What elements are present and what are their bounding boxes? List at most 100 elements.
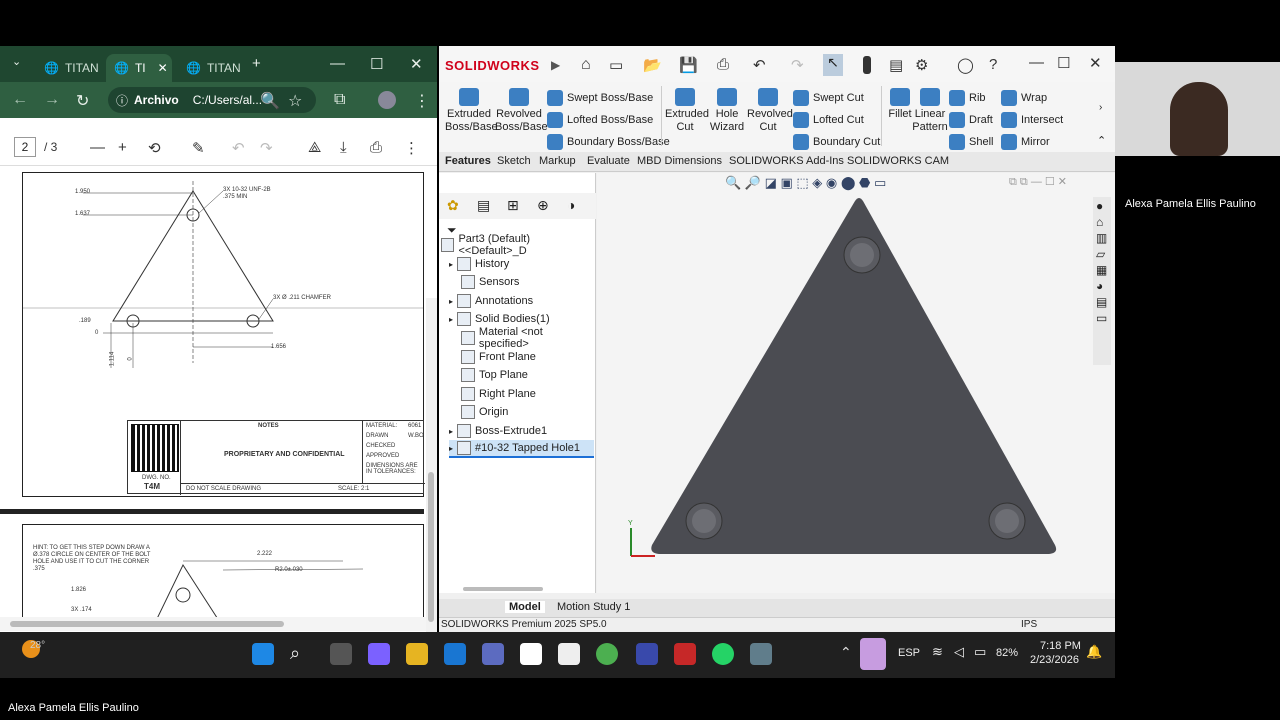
file-properties-icon[interactable]: ▤ — [889, 56, 903, 74]
undo-icon[interactable]: ↶ — [753, 56, 766, 74]
reload-icon[interactable]: ↻ — [76, 91, 89, 111]
chrome-tab-2[interactable]: 🌐 TI ✕ — [106, 54, 172, 82]
account-icon[interactable]: ◯ — [957, 56, 974, 74]
lofted-boss-button[interactable]: Lofted Boss/Base — [547, 112, 653, 128]
sw-resources-icon[interactable]: ● — [1096, 199, 1108, 213]
intersect-button[interactable]: Intersect — [1001, 112, 1063, 128]
tab-addins[interactable]: SOLIDWORKS Add-Ins — [729, 155, 844, 167]
chrome-icon[interactable] — [596, 643, 618, 665]
collapse-ribbon-icon[interactable]: ⌃ — [1097, 134, 1106, 147]
microphone-icon[interactable] — [860, 638, 886, 670]
draw-icon[interactable]: ✎ — [192, 139, 205, 157]
search-icon[interactable]: ⌕ — [290, 643, 312, 665]
open-icon[interactable]: 📂 — [643, 56, 662, 74]
file-explorer-icon[interactable] — [406, 643, 428, 665]
print-icon[interactable]: ⎙ — [370, 139, 382, 156]
tree-top-plane[interactable]: Top Plane — [461, 366, 528, 384]
appearances-icon[interactable]: ◕ — [1096, 279, 1108, 293]
tree-right-plane[interactable]: Right Plane — [461, 385, 536, 403]
bookmark-star-icon[interactable]: ☆ — [288, 91, 302, 111]
view-palette-icon[interactable]: ▦ — [1096, 263, 1108, 277]
custom-properties-icon[interactable]: ▤ — [1096, 295, 1108, 309]
help-icon[interactable]: ? — [989, 56, 997, 73]
minimize-icon[interactable]: — — [330, 55, 345, 72]
download-icon[interactable]: ⤓ — [340, 139, 347, 156]
revolved-cut-button[interactable]: Revolved Cut — [747, 88, 793, 134]
mirror-button[interactable]: Mirror — [1001, 134, 1050, 150]
address-field[interactable]: ⓘ Archivo C:/Users/al... — [108, 87, 316, 113]
display-manager-icon[interactable]: ◑ — [567, 197, 575, 213]
tray-chevron-icon[interactable]: ⌃ — [840, 644, 852, 661]
fm-scrollbar[interactable] — [463, 587, 543, 591]
tree-part[interactable]: Part3 (Default) <<Default>_D — [441, 233, 595, 257]
clock-date[interactable]: 2/23/2026 — [1030, 654, 1079, 666]
horizontal-scrollbar[interactable] — [0, 617, 426, 631]
select-icon[interactable]: ↖ — [823, 54, 843, 76]
volume-icon[interactable]: ◁ — [954, 644, 964, 660]
ribbon-more-icon[interactable]: › — [1099, 102, 1102, 113]
design-library-icon[interactable]: ▥ — [1096, 231, 1108, 245]
profile-avatar[interactable] — [378, 91, 396, 109]
whatsapp-icon[interactable] — [712, 643, 734, 665]
extruded-boss-button[interactable]: Extruded Boss/Base — [445, 88, 498, 134]
battery-icon[interactable]: ▭ — [974, 644, 986, 660]
extensions-icon[interactable]: ⧉ — [334, 91, 345, 109]
tab-search-icon[interactable]: ⌄ — [12, 55, 21, 68]
tab-mbd-dimensions[interactable]: MBD Dimensions — [637, 155, 722, 167]
new-tab-icon[interactable]: + — [252, 55, 261, 72]
dimxpert-icon[interactable]: ⊕ — [537, 197, 549, 214]
extruded-cut-button[interactable]: Extruded Cut — [665, 88, 709, 134]
clock-time[interactable]: 7:18 PM — [1040, 640, 1081, 652]
task-view-icon[interactable] — [330, 643, 352, 665]
maximize-icon[interactable]: ☐ — [1057, 54, 1070, 72]
app-icon[interactable] — [636, 643, 658, 665]
undo-icon[interactable]: ↶ — [232, 139, 245, 157]
vertical-scrollbar[interactable] — [426, 298, 437, 632]
tab-evaluate[interactable]: Evaluate — [587, 155, 630, 167]
file-explorer-icon[interactable]: ▱ — [1096, 247, 1108, 261]
swept-boss-button[interactable]: Swept Boss/Base — [547, 90, 653, 106]
zoom-out-icon[interactable]: — — [90, 139, 105, 156]
snipping-icon[interactable] — [558, 643, 580, 665]
boundary-boss-button[interactable]: Boundary Boss/Base — [547, 134, 670, 150]
tree-sensors[interactable]: Sensors — [461, 273, 519, 291]
settings-icon[interactable] — [750, 643, 772, 665]
tab-motion-study[interactable]: Motion Study 1 — [557, 601, 630, 613]
task-pane[interactable]: ● ⌂ ▥ ▱ ▦ ◕ ▤ ▭ — [1093, 197, 1111, 365]
shell-button[interactable]: Shell — [949, 134, 993, 150]
tab-sketch[interactable]: Sketch — [497, 155, 531, 167]
print-icon[interactable]: ⎙ — [717, 56, 729, 73]
notification-icon[interactable]: 🔔 — [1086, 644, 1102, 660]
tree-origin[interactable]: Origin — [461, 403, 508, 421]
units-display[interactable]: IPS — [1021, 619, 1037, 630]
linear-pattern-button[interactable]: Linear Pattern — [909, 88, 951, 134]
more-icon[interactable]: ⋮ — [404, 139, 419, 157]
edit-icon[interactable]: ⟁ — [308, 139, 321, 156]
options-gear-icon[interactable]: ⚙ — [915, 56, 928, 74]
rotate-icon[interactable]: ⟲ — [148, 139, 161, 157]
chrome-tab-1[interactable]: 🌐 TITAN — [36, 54, 102, 82]
home-icon[interactable]: ⌂ — [1096, 215, 1108, 229]
minimize-icon[interactable]: — — [1029, 54, 1044, 71]
tree-history[interactable]: ▸ History — [449, 255, 509, 273]
lofted-cut-button[interactable]: Lofted Cut — [793, 112, 864, 128]
tab-model[interactable]: Model — [505, 601, 545, 613]
redo-icon[interactable]: ↷ — [791, 56, 804, 74]
new-icon[interactable]: ▭ — [609, 56, 623, 74]
menu-kebab-icon[interactable]: ⋮ — [414, 91, 430, 111]
tree-boss-extrude[interactable]: ▸ Boss-Extrude1 — [449, 422, 547, 440]
boundary-cut-button[interactable]: Boundary Cut — [793, 134, 880, 150]
configuration-manager-icon[interactable]: ⊞ — [507, 197, 519, 214]
zoom-icon[interactable]: 🔍 — [260, 91, 280, 111]
rib-button[interactable]: Rib — [949, 90, 986, 106]
swept-cut-button[interactable]: Swept Cut — [793, 90, 864, 106]
redo-icon[interactable]: ↷ — [260, 139, 273, 157]
zoom-in-icon[interactable]: + — [118, 139, 127, 156]
draft-button[interactable]: Draft — [949, 112, 993, 128]
page-number-input[interactable]: 2 — [14, 137, 36, 157]
wifi-icon[interactable]: ≋ — [932, 644, 943, 660]
chrome-tab-3[interactable]: 🌐 TITAN — [178, 54, 244, 82]
tree-front-plane[interactable]: Front Plane — [461, 348, 536, 366]
home-icon[interactable]: ⌂ — [581, 56, 591, 74]
language-indicator[interactable]: ESP — [898, 647, 920, 659]
